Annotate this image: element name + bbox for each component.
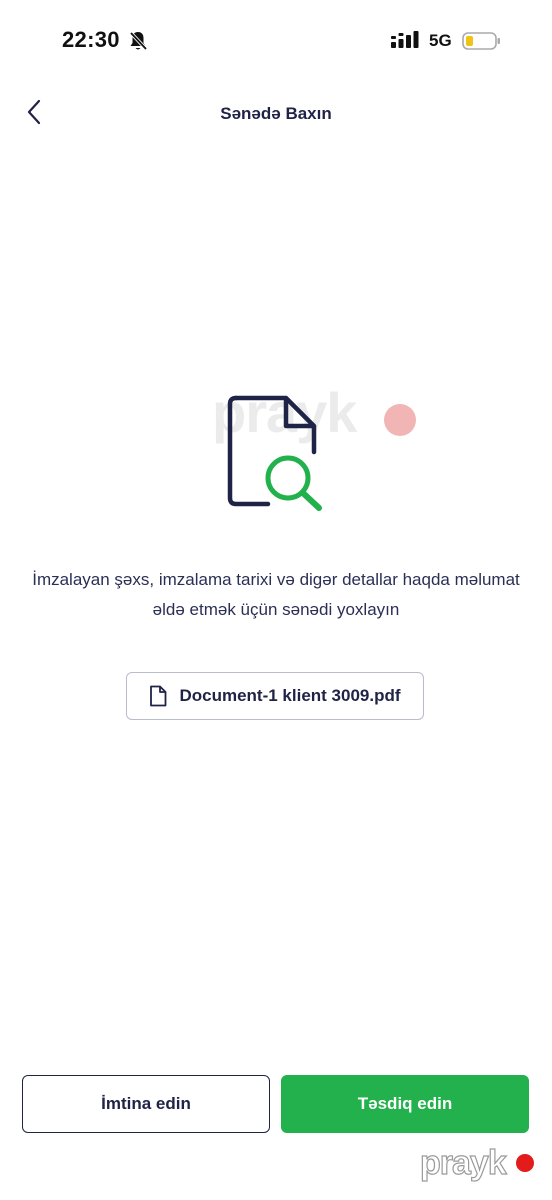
status-bar: 22:30 5G: [0, 0, 552, 80]
signal-icon: [391, 31, 421, 54]
watermark-logo-corner: prayk: [419, 1143, 507, 1182]
watermark-dot: [384, 404, 416, 436]
description-text: İmzalayan şəxs, imzalama tarixi və digər…: [32, 570, 520, 619]
page-title: Sənədə Baxın: [220, 104, 332, 123]
network-type: 5G: [429, 31, 452, 50]
battery-icon: [462, 31, 502, 56]
document-file-button[interactable]: Document-1 klient 3009.pdf: [126, 672, 424, 720]
watermark-dot-corner: [516, 1154, 534, 1172]
status-time: 22:30: [62, 27, 120, 52]
bell-off-icon: [128, 30, 148, 57]
confirm-button[interactable]: Təsdiq edin: [281, 1075, 529, 1133]
cancel-button[interactable]: İmtina edin: [22, 1075, 270, 1133]
file-icon: [149, 685, 167, 707]
file-name: Document-1 klient 3009.pdf: [179, 686, 401, 705]
document-search-icon: [222, 390, 332, 520]
